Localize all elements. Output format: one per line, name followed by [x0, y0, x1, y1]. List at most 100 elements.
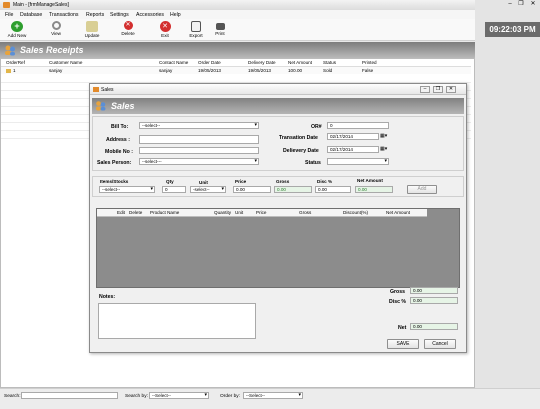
- table-row[interactable]: 1 sanjay sanjay 19/05/2013 19/05/2013 10…: [1, 67, 471, 74]
- export-button[interactable]: Export: [183, 21, 209, 38]
- or-field[interactable]: 0: [327, 122, 389, 129]
- cell-orderref: 1: [13, 68, 16, 73]
- dialog-app-icon: [93, 87, 99, 92]
- menu-accessories[interactable]: Accessories: [136, 12, 164, 18]
- save-button[interactable]: SAVE: [387, 339, 419, 349]
- users-icon: [95, 100, 106, 111]
- price-label: Price: [235, 179, 247, 184]
- minimize-icon[interactable]: –: [505, 1, 515, 8]
- col-contact[interactable]: Contact Name: [159, 60, 188, 65]
- unit-select[interactable]: -select--: [190, 186, 226, 193]
- search-label: Search:: [4, 394, 21, 399]
- total-gross-field: 0.00: [410, 287, 458, 294]
- dialog-close-icon[interactable]: ✕: [446, 86, 456, 93]
- col-status[interactable]: Status: [323, 60, 336, 65]
- qty-label: Qty: [166, 179, 174, 184]
- toolbar: + Add New View Update ✕ Delete ✕ Exit Ex…: [0, 19, 475, 41]
- status-label: Status: [305, 160, 321, 166]
- delete-button[interactable]: ✕ Delete: [115, 21, 141, 36]
- disc-field[interactable]: 0.00: [315, 186, 351, 193]
- grid-col-price: Price: [256, 210, 267, 215]
- cell-deliverydate: 19/05/2013: [248, 68, 271, 73]
- export-icon: [191, 21, 201, 32]
- grid-col-gross: Gross: [299, 210, 312, 215]
- grid-col-edit: Edit: [117, 210, 125, 215]
- add-new-button[interactable]: + Add New: [4, 21, 30, 38]
- page-title: Sales Receipts: [20, 45, 84, 55]
- searchby-label: Search by:: [125, 394, 148, 399]
- sales-dialog: Sales – ❐ ✕ Sales Bill To: --select-- Ad…: [89, 83, 467, 353]
- delete-icon: ✕: [123, 21, 133, 30]
- searchby-select[interactable]: --Select--: [149, 392, 209, 399]
- menu-help[interactable]: Help: [170, 12, 181, 18]
- price-field[interactable]: 0.00: [233, 186, 271, 193]
- item-entry-panel: Items/Stocks --select-- Qty 0 Unit -sele…: [92, 176, 464, 197]
- status-select[interactable]: [327, 158, 389, 165]
- add-icon: +: [11, 21, 23, 32]
- app-icon: [3, 2, 10, 8]
- add-item-button[interactable]: Add: [407, 185, 437, 194]
- billto-select[interactable]: --select--: [139, 122, 259, 129]
- section-header: Sales Receipts: [0, 42, 475, 58]
- cancel-button[interactable]: Cancel: [424, 339, 456, 349]
- netamount-field: 0.00: [355, 186, 393, 193]
- dialog-maximize-icon[interactable]: ❐: [433, 86, 443, 93]
- menu-settings[interactable]: Settings: [110, 12, 129, 18]
- dialog-minimize-icon[interactable]: –: [420, 86, 430, 93]
- menu-transactions[interactable]: Transactions: [49, 12, 79, 18]
- dialog-header: Sales: [92, 98, 464, 114]
- dialog-title: Sales: [101, 87, 114, 93]
- mobile-label: Mobile No :: [105, 149, 133, 155]
- total-gross-label: Gross: [390, 289, 405, 295]
- col-customer[interactable]: Customer Name: [49, 60, 82, 65]
- calendar-icon[interactable]: ▦▾: [380, 133, 387, 139]
- grid-col-product: Product Name: [150, 210, 180, 215]
- calendar-icon[interactable]: ▦▾: [380, 146, 387, 152]
- search-input[interactable]: [21, 392, 118, 399]
- billto-label: Bill To:: [111, 124, 129, 130]
- close-icon[interactable]: ✕: [528, 1, 538, 8]
- cell-status: Sold: [323, 68, 333, 73]
- cell-orderdate: 19/05/2013: [198, 68, 221, 73]
- grid-col-netamount: Net Amount: [386, 210, 411, 215]
- transaction-date-field[interactable]: 02/17/2014: [327, 133, 379, 140]
- dialog-heading: Sales: [111, 101, 135, 111]
- view-button[interactable]: View: [43, 21, 69, 36]
- customer-panel: Bill To: --select-- Address : Mobile No …: [92, 116, 464, 171]
- items-label: Items/Stocks: [100, 179, 129, 184]
- search-icon: [51, 21, 61, 30]
- col-netamount[interactable]: Net Amount: [288, 60, 312, 65]
- col-printed[interactable]: Printed: [362, 60, 377, 65]
- qty-field[interactable]: 0: [162, 186, 186, 193]
- col-orderref[interactable]: OrderRef: [6, 60, 25, 65]
- address-field[interactable]: [139, 135, 259, 144]
- window-titlebar: Main - [frmManageSales]: [0, 0, 540, 10]
- delivery-date-field[interactable]: 02/17/2014: [327, 146, 379, 153]
- print-button[interactable]: Print: [207, 21, 233, 36]
- total-disc-field: 0.00: [410, 297, 458, 304]
- menu-database[interactable]: Database: [20, 12, 42, 18]
- items-select[interactable]: --select--: [99, 186, 155, 193]
- print-icon: [215, 23, 225, 30]
- col-deliverydate[interactable]: Delivery Date: [248, 60, 276, 65]
- notes-field[interactable]: [98, 303, 256, 339]
- menu-reports[interactable]: Reports: [86, 12, 104, 18]
- gross-field: 0.00: [274, 186, 312, 193]
- update-button[interactable]: Update: [79, 21, 105, 38]
- total-net-field: 0.00: [410, 323, 458, 330]
- col-orderdate[interactable]: Order Date: [198, 60, 221, 65]
- grid-col-quantity: Quantity: [214, 210, 232, 215]
- maximize-icon[interactable]: ❐: [516, 1, 526, 8]
- exit-button[interactable]: ✕ Exit: [152, 21, 178, 38]
- edit-icon: [86, 21, 98, 32]
- unit-label: Unit: [199, 180, 208, 185]
- orderby-select[interactable]: --Select--: [243, 392, 303, 399]
- salesperson-label: Sales Person:: [97, 160, 132, 166]
- salesperson-select[interactable]: --select---: [139, 158, 259, 165]
- menu-file[interactable]: File: [5, 12, 13, 18]
- right-panel: [475, 0, 540, 409]
- clock-display: 09:22:03 PM: [485, 22, 540, 37]
- cell-customer: sanjay: [49, 68, 63, 73]
- mobile-field[interactable]: [139, 147, 259, 154]
- notes-label: Notes:: [99, 294, 116, 300]
